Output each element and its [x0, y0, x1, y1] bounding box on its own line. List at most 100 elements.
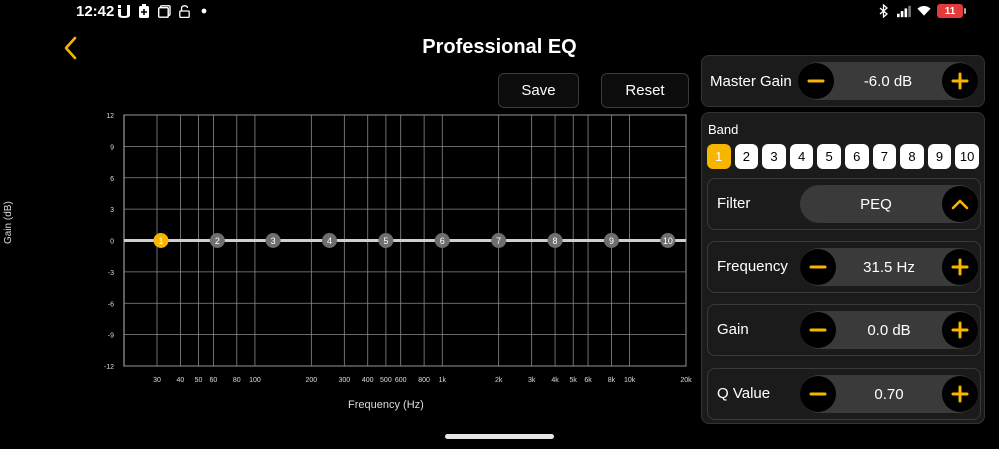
q-value-decrease-button[interactable] — [800, 376, 836, 412]
band-section-title: Band — [708, 122, 739, 137]
bluetooth-icon — [877, 4, 891, 18]
minus-icon — [809, 328, 827, 332]
filter-select[interactable]: PEQ — [800, 185, 978, 223]
band-chip-3[interactable]: 3 — [762, 144, 786, 169]
chart-x-tick-label: 800 — [418, 377, 430, 384]
chart-y-tick-label: -3 — [108, 270, 114, 277]
chart-x-tick-label: 80 — [233, 377, 241, 384]
plus-icon — [951, 321, 969, 339]
battery-indicator: 11 — [937, 4, 966, 18]
band-point-label: 1 — [158, 236, 163, 246]
chart-x-tick-label: 20k — [680, 377, 692, 384]
eq-chart-svg: 129630-3-6-9-1230 40 50 60 80 100 200 300 400 500… — [104, 113, 692, 384]
filter-value: PEQ — [860, 195, 892, 213]
master-gain-value: -6.0 dB — [863, 72, 913, 90]
band-point-label: 5 — [383, 236, 388, 246]
q-value-increase-button[interactable] — [942, 376, 978, 412]
chart-x-tick-label: 600 — [395, 377, 407, 384]
chart-y-tick-label: 3 — [110, 207, 114, 214]
band-point-label: 3 — [271, 236, 276, 246]
chart-x-tick-label: 30 — [153, 377, 161, 384]
frequency-increase-button[interactable] — [942, 249, 978, 285]
home-indicator[interactable] — [445, 434, 554, 439]
chart-x-tick-label: 200 — [305, 377, 317, 384]
master-gain-decrease-button[interactable] — [798, 63, 834, 99]
band-chip-9[interactable]: 9 — [927, 144, 952, 169]
band-chip-8[interactable]: 8 — [900, 144, 924, 169]
chart-y-axis-label: Gain (dB) — [3, 201, 14, 244]
band-chip-5[interactable]: 5 — [817, 144, 841, 169]
chart-x-tick-label: 2k — [495, 377, 503, 384]
chevron-up-icon — [951, 199, 969, 210]
master-gain-increase-button[interactable] — [942, 63, 978, 99]
filter-label: Filter — [717, 195, 751, 212]
chart-y-tick-label: 12 — [106, 113, 114, 120]
gain-value: 0.0 dB — [867, 321, 911, 339]
status-icons-left — [117, 4, 211, 18]
wifi-icon — [917, 4, 931, 18]
chart-x-tick-label: 8k — [608, 377, 616, 384]
frequency-stepper: 31.5 Hz — [800, 248, 978, 286]
frequency-decrease-button[interactable] — [800, 249, 836, 285]
chart-y-tick-label: -9 — [108, 333, 114, 340]
chart-x-tick-label: 100 — [249, 377, 261, 384]
band-chip-2[interactable]: 2 — [734, 144, 759, 169]
gain-increase-button[interactable] — [942, 312, 978, 348]
q-value-label: Q Value — [717, 385, 771, 402]
band-point-label: 9 — [609, 236, 614, 246]
frequency-value: 31.5 Hz — [863, 258, 915, 276]
battery-saver-icon — [137, 4, 151, 18]
chart-x-tick-label: 60 — [209, 377, 217, 384]
chart-x-axis-label: Frequency (Hz) — [348, 399, 424, 411]
chart-y-tick-label: -6 — [108, 301, 114, 308]
band-chip-10[interactable]: 10 — [955, 144, 979, 169]
band-point-label: 4 — [327, 236, 332, 246]
band-point-label: 8 — [553, 236, 558, 246]
filter-row: Filter PEQ — [707, 178, 981, 230]
chart-x-tick-label: 300 — [338, 377, 350, 384]
master-gain-label: Master Gain — [710, 73, 792, 90]
dot-icon — [197, 4, 211, 18]
band-point-label: 7 — [496, 236, 501, 246]
signal-icon — [897, 4, 911, 18]
chart-y-tick-label: 6 — [110, 176, 114, 183]
chart-x-tick-label: 10k — [624, 377, 636, 384]
chart-x-tick-label: 3k — [528, 377, 536, 384]
reset-button[interactable]: Reset — [601, 73, 689, 108]
master-gain-panel: Master Gain -6.0 dB — [701, 55, 985, 107]
minus-icon — [809, 265, 827, 269]
band-chip-1[interactable]: 1 — [707, 144, 731, 169]
chart-x-tick-label: 4k — [551, 377, 559, 384]
screenshot-icon — [157, 4, 171, 18]
band-point-label: 6 — [440, 236, 445, 246]
band-chip-4[interactable]: 4 — [789, 144, 814, 169]
band-panel: Band 1 2 3 4 5 6 7 8 9 10 Filter PEQ Frequency 31… — [701, 112, 985, 424]
chart-y-tick-label: 0 — [110, 239, 114, 246]
q-value-row: Q Value 0.70 — [707, 368, 981, 420]
plus-icon — [951, 385, 969, 403]
chart-x-tick-label: 500 — [380, 377, 392, 384]
minus-icon — [807, 79, 825, 83]
status-time: 12:42 — [76, 3, 115, 20]
lock-icon — [177, 4, 191, 18]
chart-y-tick-label: -12 — [104, 364, 114, 371]
chart-x-tick-label: 40 — [176, 377, 184, 384]
gain-decrease-button[interactable] — [800, 312, 836, 348]
q-value-value: 0.70 — [874, 385, 904, 403]
frequency-row: Frequency 31.5 Hz — [707, 241, 981, 293]
frequency-label: Frequency — [717, 258, 788, 275]
band-chip-7[interactable]: 7 — [872, 144, 897, 169]
filter-toggle-button[interactable] — [942, 186, 978, 222]
band-chip-6[interactable]: 6 — [844, 144, 869, 169]
band-point-label: 10 — [663, 236, 673, 246]
eq-chart[interactable]: 12 9 6 3 0 -3 -6 -9 -12 30 40 50 60 80 100 200 300 400 500… — [80, 108, 700, 418]
notification-u-icon — [117, 4, 131, 18]
master-gain-stepper: -6.0 dB — [798, 62, 978, 100]
status-icons-right: 11 — [877, 4, 966, 18]
plus-icon — [951, 72, 969, 90]
gain-stepper: 0.0 dB — [800, 311, 978, 349]
gain-row: Gain 0.0 dB — [707, 304, 981, 356]
band-selector: 1 2 3 4 5 6 7 8 9 10 — [707, 144, 979, 169]
chart-x-tick-label: 1k — [439, 377, 447, 384]
save-button[interactable]: Save — [498, 73, 579, 108]
